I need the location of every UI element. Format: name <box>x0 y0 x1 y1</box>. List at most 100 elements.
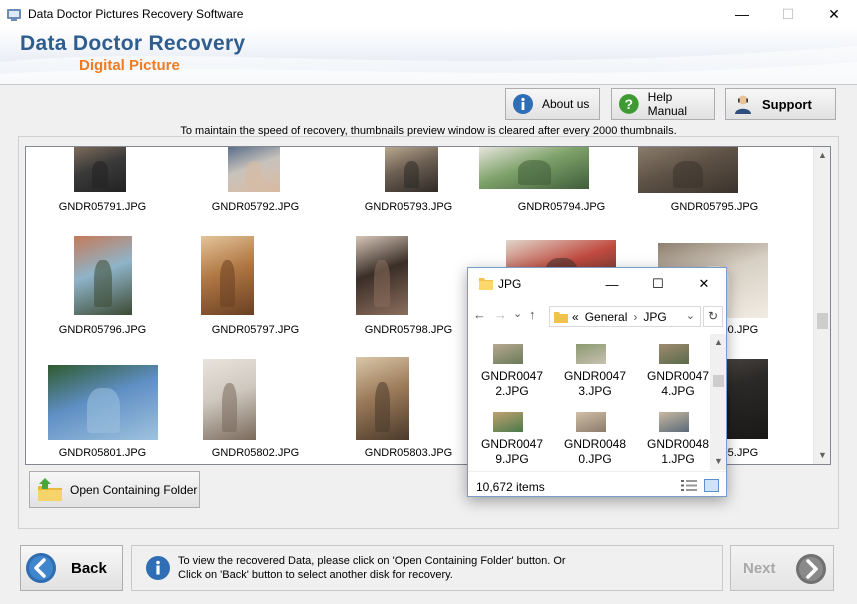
window-title: Data Doctor Pictures Recovery Software <box>28 7 244 21</box>
address-dropdown-icon[interactable]: ⌄ <box>686 309 695 322</box>
thumbnail-filename: GNDR05791.JPG <box>58 201 147 213</box>
file-thumbnail <box>493 344 523 364</box>
thumbnail-image[interactable] <box>203 359 256 440</box>
explorer-maximize-button[interactable]: ☐ <box>635 268 681 300</box>
folder-icon <box>554 311 568 323</box>
open-containing-folder-label: Open Containing Folder <box>70 482 198 497</box>
file-item[interactable]: GNDR0047 2.JPG <box>473 334 553 399</box>
help-manual-button[interactable]: ? Help Manual <box>611 88 715 120</box>
refresh-icon[interactable]: ↻ <box>703 306 723 327</box>
scroll-up-arrow-icon[interactable]: ▲ <box>814 147 830 164</box>
next-arrow-icon <box>796 554 826 584</box>
forward-arrow-icon[interactable]: → <box>494 307 507 322</box>
file-thumbnail <box>493 412 523 432</box>
address-bar[interactable]: « General › JPG ⌄ <box>549 306 701 327</box>
thumbnail-image[interactable] <box>74 236 132 315</box>
toolbar: About us ? Help Manual Support <box>0 84 857 124</box>
file-item[interactable]: GNDR0047 3.JPG <box>556 334 636 399</box>
explorer-title-bar: JPG — ☐ ✕ <box>468 268 726 300</box>
bottom-bar: Back To view the recovered Data, please … <box>0 534 857 604</box>
thumbnail-image[interactable] <box>638 147 738 193</box>
file-name-line-1: GNDR0047 <box>480 369 544 383</box>
info-icon <box>513 94 533 114</box>
maximize-button[interactable]: ☐ <box>765 0 811 28</box>
thumbnail-filename: GNDR05793.JPG <box>364 201 453 213</box>
item-count: 10,672 items <box>476 480 545 494</box>
file-thumbnail <box>659 344 689 364</box>
file-thumbnail <box>576 412 606 432</box>
svg-text:?: ? <box>625 97 633 112</box>
back-arrow-icon[interactable]: ← <box>473 307 486 322</box>
close-button[interactable]: ✕ <box>811 0 857 28</box>
file-name-line-2: 0.JPG <box>578 452 612 466</box>
back-arrow-icon <box>26 553 56 583</box>
breadcrumb-jpg[interactable]: JPG <box>643 310 666 324</box>
file-item[interactable]: GNDR0048 1.JPG <box>639 402 719 467</box>
file-name-line-2: 2.JPG <box>495 384 529 398</box>
scroll-down-arrow-icon[interactable]: ▼ <box>814 447 830 464</box>
file-item[interactable]: GNDR0047 9.JPG <box>473 402 553 467</box>
thumbnail-filename: GNDR05792.JPG <box>211 201 300 213</box>
file-name: GNDR0048 0.JPG <box>556 437 634 467</box>
notice-text: To maintain the speed of recovery, thumb… <box>180 125 677 137</box>
thumbnail-filename: GNDR05798.JPG <box>364 324 453 336</box>
file-name-line-1: GNDR0048 <box>563 437 627 451</box>
thumbnail-image[interactable] <box>228 147 280 192</box>
app-icon <box>7 9 21 21</box>
thumbnail-image[interactable] <box>201 236 254 315</box>
file-name: GNDR0047 2.JPG <box>473 369 551 399</box>
explorer-window[interactable]: JPG — ☐ ✕ ← → ⌄ ↑ « General › JPG ⌄ ↻ ▲ … <box>467 267 727 497</box>
thumbnail-image[interactable] <box>385 147 438 192</box>
breadcrumb-separator-icon[interactable]: › <box>633 310 637 324</box>
support-button[interactable]: Support <box>725 88 836 120</box>
thumbnail-filename: GNDR05803.JPG <box>364 447 453 459</box>
banner: Data Doctor Recovery Digital Picture <box>0 28 857 84</box>
file-name-line-2: 9.JPG <box>495 452 529 466</box>
explorer-minimize-button[interactable]: — <box>589 268 635 300</box>
info-line-1: To view the recovered Data, please click… <box>178 555 566 567</box>
recent-locations-icon[interactable]: ⌄ <box>513 307 522 320</box>
file-name: GNDR0047 3.JPG <box>556 369 634 399</box>
minimize-button[interactable]: — <box>719 0 765 28</box>
file-thumbnail <box>659 412 689 432</box>
thumbnail-image[interactable] <box>479 147 589 189</box>
file-name-line-1: GNDR0047 <box>480 437 544 451</box>
explorer-status-bar: 10,672 items <box>468 471 726 496</box>
support-person-icon <box>735 95 751 114</box>
info-panel: To view the recovered Data, please click… <box>131 545 723 591</box>
thumbnail-filename: GNDR05797.JPG <box>211 324 300 336</box>
open-folder-icon <box>38 477 62 501</box>
details-view-icon[interactable] <box>681 479 697 492</box>
next-label: Next <box>743 559 776 577</box>
thumbnail-image[interactable] <box>356 357 409 440</box>
about-us-button[interactable]: About us <box>505 88 600 120</box>
breadcrumb-general[interactable]: General <box>585 310 628 324</box>
up-arrow-icon[interactable]: ↑ <box>529 307 536 322</box>
thumbnail-image[interactable] <box>356 236 408 315</box>
help-icon: ? <box>618 94 639 114</box>
thumbnail-filename: GNDR05796.JPG <box>58 324 147 336</box>
thumbnail-filename: GNDR05794.JPG <box>517 201 606 213</box>
thumbnail-filename: GNDR05795.JPG <box>670 201 759 213</box>
thumbnail-image[interactable] <box>74 147 126 192</box>
folder-icon <box>479 278 493 290</box>
info-line-2: Click on 'Back' button to select another… <box>178 569 453 581</box>
file-thumbnail <box>576 344 606 364</box>
file-item[interactable]: GNDR0048 0.JPG <box>556 402 636 467</box>
thumbnail-filename: GNDR05801.JPG <box>58 447 147 459</box>
file-name-line-2: 4.JPG <box>661 384 695 398</box>
file-name: GNDR0047 9.JPG <box>473 437 551 467</box>
brand-name: Data Doctor Recovery <box>20 32 246 55</box>
next-button[interactable]: Next <box>730 545 834 591</box>
scroll-thumb[interactable] <box>817 313 828 329</box>
explorer-nav-bar: ← → ⌄ ↑ « General › JPG ⌄ ↻ <box>468 301 726 331</box>
file-item[interactable]: GNDR0047 4.JPG <box>639 334 719 399</box>
breadcrumb-prefix[interactable]: « <box>572 310 579 324</box>
explorer-close-button[interactable]: ✕ <box>681 268 726 300</box>
large-icons-view-icon[interactable] <box>704 479 719 492</box>
open-containing-folder-button[interactable]: Open Containing Folder <box>29 471 200 508</box>
back-button[interactable]: Back <box>20 545 123 591</box>
grid-scrollbar[interactable]: ▲ ▼ <box>813 147 830 464</box>
thumbnail-image[interactable] <box>48 365 158 440</box>
file-name-line-2: 3.JPG <box>578 384 612 398</box>
